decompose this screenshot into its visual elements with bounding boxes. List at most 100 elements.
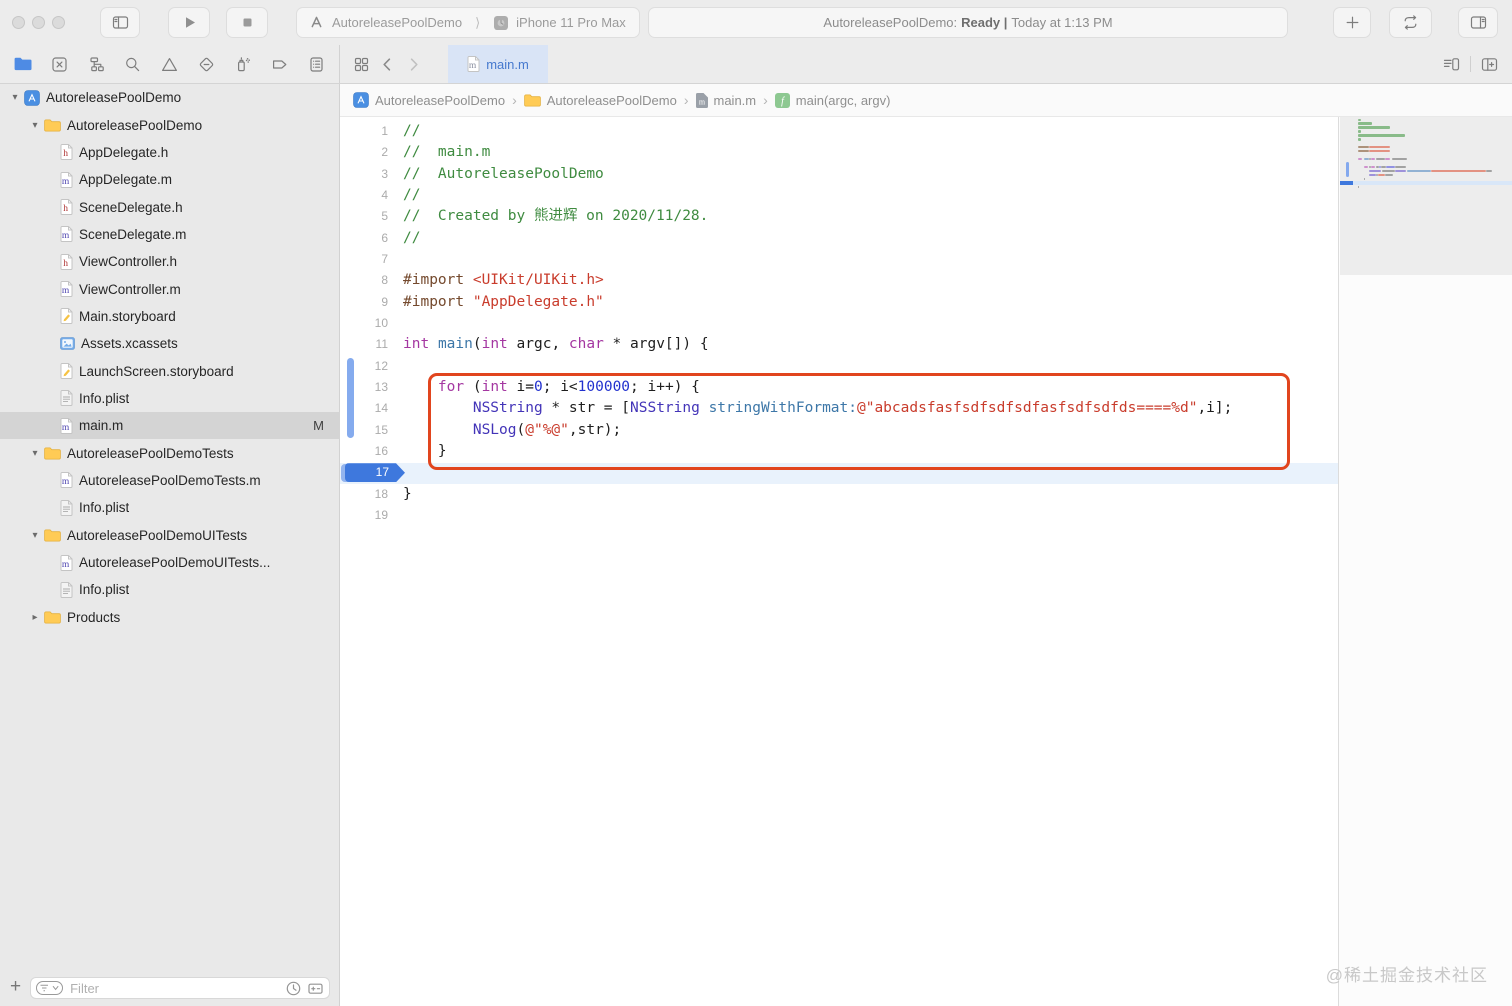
breakpoint-badge[interactable]: 17 xyxy=(345,463,405,483)
minimize-window-button[interactable] xyxy=(32,16,45,29)
file-row[interactable]: m SceneDelegate.m xyxy=(0,221,340,248)
tab-main-m[interactable]: m main.m xyxy=(448,45,548,83)
find-navigator-icon[interactable] xyxy=(121,52,145,76)
breadcrumb-item[interactable]: AutoreleasePoolDemo xyxy=(353,92,505,108)
file-row[interactable]: ▸ Products xyxy=(0,604,340,631)
line-number[interactable]: 10 xyxy=(340,313,388,334)
minimap-line xyxy=(1369,169,1381,173)
file-row[interactable]: Assets.xcassets xyxy=(0,330,340,357)
toggle-navigator-button[interactable] xyxy=(100,7,140,38)
code-line[interactable]: 12 xyxy=(340,356,1338,377)
code-line[interactable]: 11 int main(int argc, char * argv[]) { xyxy=(340,334,1338,355)
report-navigator-icon[interactable] xyxy=(304,52,328,76)
code-line[interactable]: 10 xyxy=(340,313,1338,334)
back-button[interactable] xyxy=(374,45,400,83)
file-row[interactable]: h ViewController.h xyxy=(0,248,340,275)
test-navigator-icon[interactable] xyxy=(194,52,218,76)
disclosure-expanded-icon[interactable]: ▾ xyxy=(26,120,44,131)
code-line[interactable]: 8 #import <UIKit/UIKit.h> xyxy=(340,270,1338,291)
breadcrumb-item[interactable]: f main(argc, argv) xyxy=(774,92,890,108)
line-number[interactable]: 11 xyxy=(340,334,388,355)
file-row[interactable]: ▾ AutoreleasePoolDemoUITests xyxy=(0,522,340,549)
line-number[interactable]: 19 xyxy=(340,505,388,526)
scheme-selector[interactable]: AutoreleasePoolDemo ⟩ iPhone 11 Pro Max xyxy=(296,7,640,38)
source-control-icon[interactable] xyxy=(48,52,72,76)
breadcrumb-item[interactable]: m main.m xyxy=(695,92,756,108)
filter-field[interactable] xyxy=(30,977,330,999)
source-editor[interactable]: 1 // 2 // main.m 3 // AutoreleasePoolDemo 4 // 5… xyxy=(340,117,1338,1006)
file-row[interactable]: ▾ AutoreleasePoolDemo xyxy=(0,111,340,138)
file-row[interactable]: m AutoreleasePoolDemoUITests... xyxy=(0,549,340,576)
file-label: Main.storyboard xyxy=(79,308,176,324)
add-file-icon[interactable]: + xyxy=(10,977,21,996)
file-row[interactable]: LaunchScreen.storyboard xyxy=(0,357,340,384)
add-editor-icon[interactable] xyxy=(1481,56,1498,73)
file-row[interactable]: m ViewController.m xyxy=(0,275,340,302)
code-line[interactable]: 7 xyxy=(340,249,1338,270)
disclosure-expanded-icon[interactable]: ▾ xyxy=(26,448,44,459)
line-number[interactable]: 8 xyxy=(340,270,388,291)
line-number[interactable]: 9 xyxy=(340,292,388,313)
editor-options-icon[interactable] xyxy=(1443,56,1460,73)
disclosure-expanded-icon[interactable]: ▾ xyxy=(6,92,24,103)
code-line[interactable]: 5 // Created by 熊进辉 on 2020/11/28. xyxy=(340,206,1338,227)
code-line[interactable]: 15 NSLog(@"%@",str); xyxy=(340,420,1338,441)
related-items-icon[interactable] xyxy=(348,45,374,83)
file-row[interactable]: ▾ AutoreleasePoolDemo xyxy=(0,84,340,111)
code-line[interactable]: 19 xyxy=(340,505,1338,526)
toggle-inspectors-button[interactable] xyxy=(1458,7,1498,38)
editor-minimap[interactable] xyxy=(1338,117,1512,1006)
code-line[interactable]: 9 #import "AppDelegate.h" xyxy=(340,292,1338,313)
line-number[interactable]: 2 xyxy=(340,142,388,163)
line-number[interactable]: 4 xyxy=(340,185,388,206)
scm-filter-icon[interactable] xyxy=(307,980,324,997)
file-row[interactable]: h AppDelegate.h xyxy=(0,139,340,166)
recent-files-icon[interactable] xyxy=(285,980,302,997)
line-number[interactable]: 16 xyxy=(340,441,388,462)
code-line[interactable]: 1 // xyxy=(340,121,1338,142)
file-row[interactable]: Info.plist xyxy=(0,576,340,603)
file-row[interactable]: m AutoreleasePoolDemoTests.m xyxy=(0,467,340,494)
code-review-button[interactable] xyxy=(1389,7,1432,38)
library-add-button[interactable] xyxy=(1333,7,1371,38)
code-line[interactable]: 3 // AutoreleasePoolDemo xyxy=(340,164,1338,185)
code-line[interactable]: 13 for (int i=0; i<100000; i++) { xyxy=(340,377,1338,398)
zoom-window-button[interactable] xyxy=(52,16,65,29)
file-row[interactable]: Info.plist xyxy=(0,494,340,521)
file-tree: ▾ AutoreleasePoolDemo ▾ AutoreleasePoolDemo… xyxy=(0,84,340,631)
code-line[interactable]: 2 // main.m xyxy=(340,142,1338,163)
line-number[interactable]: 1 xyxy=(340,121,388,142)
file-row[interactable]: Main.storyboard xyxy=(0,303,340,330)
line-number[interactable]: 3 xyxy=(340,164,388,185)
file-row[interactable]: m main.m M xyxy=(0,412,340,440)
code-line[interactable]: 16 } xyxy=(340,441,1338,462)
code-line[interactable]: 18} xyxy=(340,484,1338,505)
symbol-navigator-icon[interactable] xyxy=(84,52,108,76)
forward-button[interactable] xyxy=(400,45,426,83)
issue-navigator-icon[interactable] xyxy=(158,52,182,76)
line-number[interactable]: 5 xyxy=(340,206,388,227)
breadcrumb-item[interactable]: AutoreleasePoolDemo xyxy=(523,93,677,108)
project-navigator-icon[interactable] xyxy=(11,52,35,76)
filter-input[interactable] xyxy=(68,979,280,997)
line-number[interactable]: 6 xyxy=(340,228,388,249)
file-row[interactable]: Info.plist xyxy=(0,385,340,412)
code-line[interactable]: 14 NSString * str = [NSString stringWith… xyxy=(340,398,1338,419)
line-number[interactable]: 18 xyxy=(340,484,388,505)
mdoc-icon: m xyxy=(695,92,708,108)
disclosure-collapsed-icon[interactable]: ▸ xyxy=(26,612,44,623)
code-line[interactable]: 6 // xyxy=(340,228,1338,249)
run-button[interactable] xyxy=(168,7,210,38)
project-file-icon xyxy=(24,89,40,106)
close-window-button[interactable] xyxy=(12,16,25,29)
stop-button[interactable] xyxy=(226,7,268,38)
breakpoint-navigator-icon[interactable] xyxy=(267,52,291,76)
file-row[interactable]: h SceneDelegate.h xyxy=(0,193,340,220)
disclosure-expanded-icon[interactable]: ▾ xyxy=(26,530,44,541)
file-row[interactable]: ▾ AutoreleasePoolDemoTests xyxy=(0,439,340,466)
code-line[interactable] xyxy=(340,462,1338,484)
code-line[interactable]: 4 // xyxy=(340,185,1338,206)
debug-navigator-icon[interactable] xyxy=(231,52,255,76)
file-row[interactable]: m AppDelegate.m xyxy=(0,166,340,193)
line-number[interactable]: 7 xyxy=(340,249,388,270)
